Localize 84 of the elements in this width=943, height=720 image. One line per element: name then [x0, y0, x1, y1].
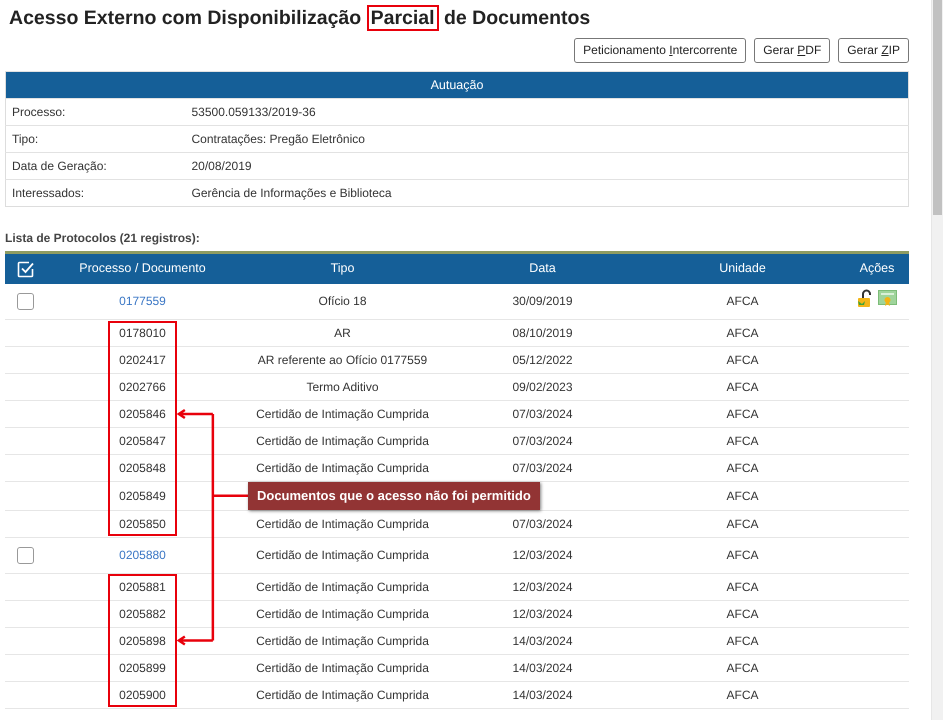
column-header: Tipo — [330, 261, 354, 276]
select-all-icon[interactable] — [16, 260, 34, 278]
field-value: 20/08/2019 — [192, 159, 252, 173]
table-cell: Ofício 18 — [318, 294, 367, 308]
table-cell: Certidão de Intimação Cumprida — [256, 660, 429, 674]
document-number: 0202417 — [119, 353, 166, 367]
column-header: Unidade — [719, 261, 766, 276]
table-cell: 07/03/2024 — [512, 407, 573, 421]
action-button[interactable]: Gerar PDF — [754, 38, 830, 63]
list-title: Lista de Protocolos (21 registros): — [5, 230, 201, 247]
scrollbar-thumb[interactable] — [933, 0, 942, 215]
table-cell: 07/03/2024 — [512, 434, 573, 448]
table-cell: Certidão de Intimação Cumprida — [256, 688, 429, 702]
table-cell: AFCA — [726, 688, 758, 702]
document-number: 0205899 — [119, 660, 166, 674]
document-number: 0205846 — [119, 407, 166, 421]
table-cell: 14/03/2024 — [512, 634, 573, 648]
table-cell: Certidão de Intimação Cumprida — [256, 516, 429, 530]
document-number: 0205849 — [119, 488, 166, 503]
table-cell: 09/02/2023 — [512, 380, 573, 394]
table-cell: Certidão de Intimação Cumprida — [256, 407, 429, 421]
document-number: 0205882 — [119, 606, 166, 620]
table-cell: AFCA — [726, 434, 758, 448]
table-cell: AFCA — [726, 660, 758, 674]
table-cell: Certidão de Intimação Cumprida — [256, 461, 429, 475]
table-cell: 05/12/2022 — [512, 353, 573, 367]
table-cell: AFCA — [726, 461, 758, 475]
document-number: 0178010 — [119, 326, 166, 340]
field-label: Tipo: — [12, 132, 38, 146]
table-cell: AR referente ao Ofício 0177559 — [258, 353, 428, 367]
table-cell: Certidão de Intimação Cumprida — [256, 548, 429, 562]
document-number: 0205900 — [119, 688, 166, 702]
document-number: 0205898 — [119, 634, 166, 648]
callout-label: Documentos que o acesso não foi permitido — [248, 482, 540, 510]
table-cell: AFCA — [726, 326, 758, 340]
table-cell: Certidão de Intimação Cumprida — [256, 634, 429, 648]
field-value: Gerência de Informações e Biblioteca — [192, 186, 392, 200]
field-label: Data de Geração: — [12, 159, 107, 173]
table-cell: Certidão de Intimação Cumprida — [256, 606, 429, 620]
table-cell: 14/03/2024 — [512, 660, 573, 674]
table-cell: 30/09/2019 — [512, 294, 573, 308]
column-header: Data — [529, 261, 556, 276]
table-cell: 12/03/2024 — [512, 580, 573, 594]
field-label: Interessados: — [12, 186, 84, 200]
table-cell: 12/03/2024 — [512, 606, 573, 620]
action-button[interactable]: Gerar ZIP — [838, 38, 909, 63]
table-cell: AR — [334, 326, 351, 340]
table-cell: 07/03/2024 — [512, 461, 573, 475]
document-number: 0202766 — [119, 380, 166, 394]
table-cell: Certidão de Intimação Cumprida — [256, 580, 429, 594]
table-cell: AFCA — [726, 606, 758, 620]
table-cell: AFCA — [726, 353, 758, 367]
scrollbar[interactable] — [931, 0, 943, 720]
document-number: 0205881 — [119, 580, 166, 594]
table-cell: AFCA — [726, 488, 758, 503]
document-number: 0205850 — [119, 516, 166, 530]
table-cell: AFCA — [726, 294, 758, 308]
column-header: Processo / Documento — [79, 261, 206, 276]
table-cell: AFCA — [726, 407, 758, 421]
table-cell: Certidão de Intimação Cumprida — [256, 434, 429, 448]
document-number: 0205847 — [119, 434, 166, 448]
field-value: 53500.059133/2019-36 — [192, 105, 316, 119]
field-label: Processo: — [12, 105, 66, 119]
table-cell: AFCA — [726, 380, 758, 394]
process-link[interactable]: 0177559 — [119, 294, 166, 308]
table-cell: 14/03/2024 — [512, 688, 573, 702]
table-cell: AFCA — [726, 634, 758, 648]
page-title: Acesso Externo com Disponibilização Parcial de Documentos — [8, 6, 592, 30]
table-cell: AFCA — [726, 548, 758, 562]
document-number: 0205848 — [119, 461, 166, 475]
process-link[interactable]: 0205880 — [119, 548, 166, 562]
section-header: Autuação — [6, 72, 908, 98]
column-header: Ações — [860, 261, 894, 276]
table-cell: 07/03/2024 — [512, 516, 573, 530]
field-value: Contratações: Pregão Eletrônico — [192, 132, 365, 146]
table-cell: AFCA — [726, 580, 758, 594]
action-button[interactable]: Peticionamento Intercorrente — [574, 38, 746, 63]
table-cell: 08/10/2019 — [512, 326, 573, 340]
table-cell: AFCA — [726, 516, 758, 530]
row-checkbox[interactable] — [16, 547, 34, 564]
table-cell: 12/03/2024 — [512, 548, 573, 562]
table-cell: Termo Aditivo — [306, 380, 379, 394]
padlock-icon[interactable] — [857, 289, 874, 308]
row-checkbox[interactable] — [16, 293, 34, 310]
